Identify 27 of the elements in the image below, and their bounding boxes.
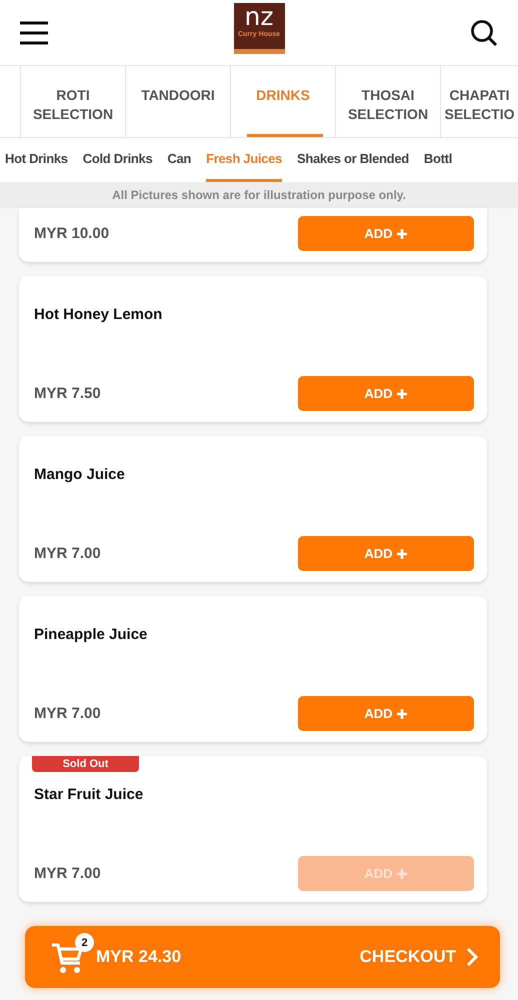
subcategory-tab[interactable]: Bottl [424,138,452,182]
notice-text: All Pictures shown are for illustration purpose only. [0,182,518,208]
plus-icon [396,708,408,720]
subcategory-tab[interactable]: Can [167,138,192,182]
cart-total: MYR 24.30 [96,947,182,967]
plus-icon [396,868,408,880]
subcategory-tab[interactable]: Cold Drinks [82,138,152,182]
item-name: Pineapple Juice [34,626,148,643]
item-name: Hot Honey Lemon [34,306,164,323]
menu-icon [19,20,49,44]
logo-mark: nz [244,5,274,29]
item-name: Mango Juice [34,466,126,483]
chevron-right-icon [466,947,478,967]
cart-count-badge: 2 [75,933,94,952]
item-price: MYR 7.50 [34,385,101,402]
subcategory-tab[interactable]: Shakes or Blended [296,138,409,182]
subcategory-tab[interactable]: Hot Drinks [5,138,68,182]
sold-out-label: Sold Out [32,756,139,772]
item-name: Star Fruit Juice [34,786,144,803]
item-price: MYR 7.00 [34,705,101,722]
item-price: MYR 7.00 [34,545,101,562]
plus-icon [396,548,408,560]
search-icon [470,18,498,46]
item-price: MYR 7.00 [34,865,101,882]
plus-icon [396,388,408,400]
item-price: MYR 10.00 [34,225,110,242]
plus-icon [396,228,408,240]
